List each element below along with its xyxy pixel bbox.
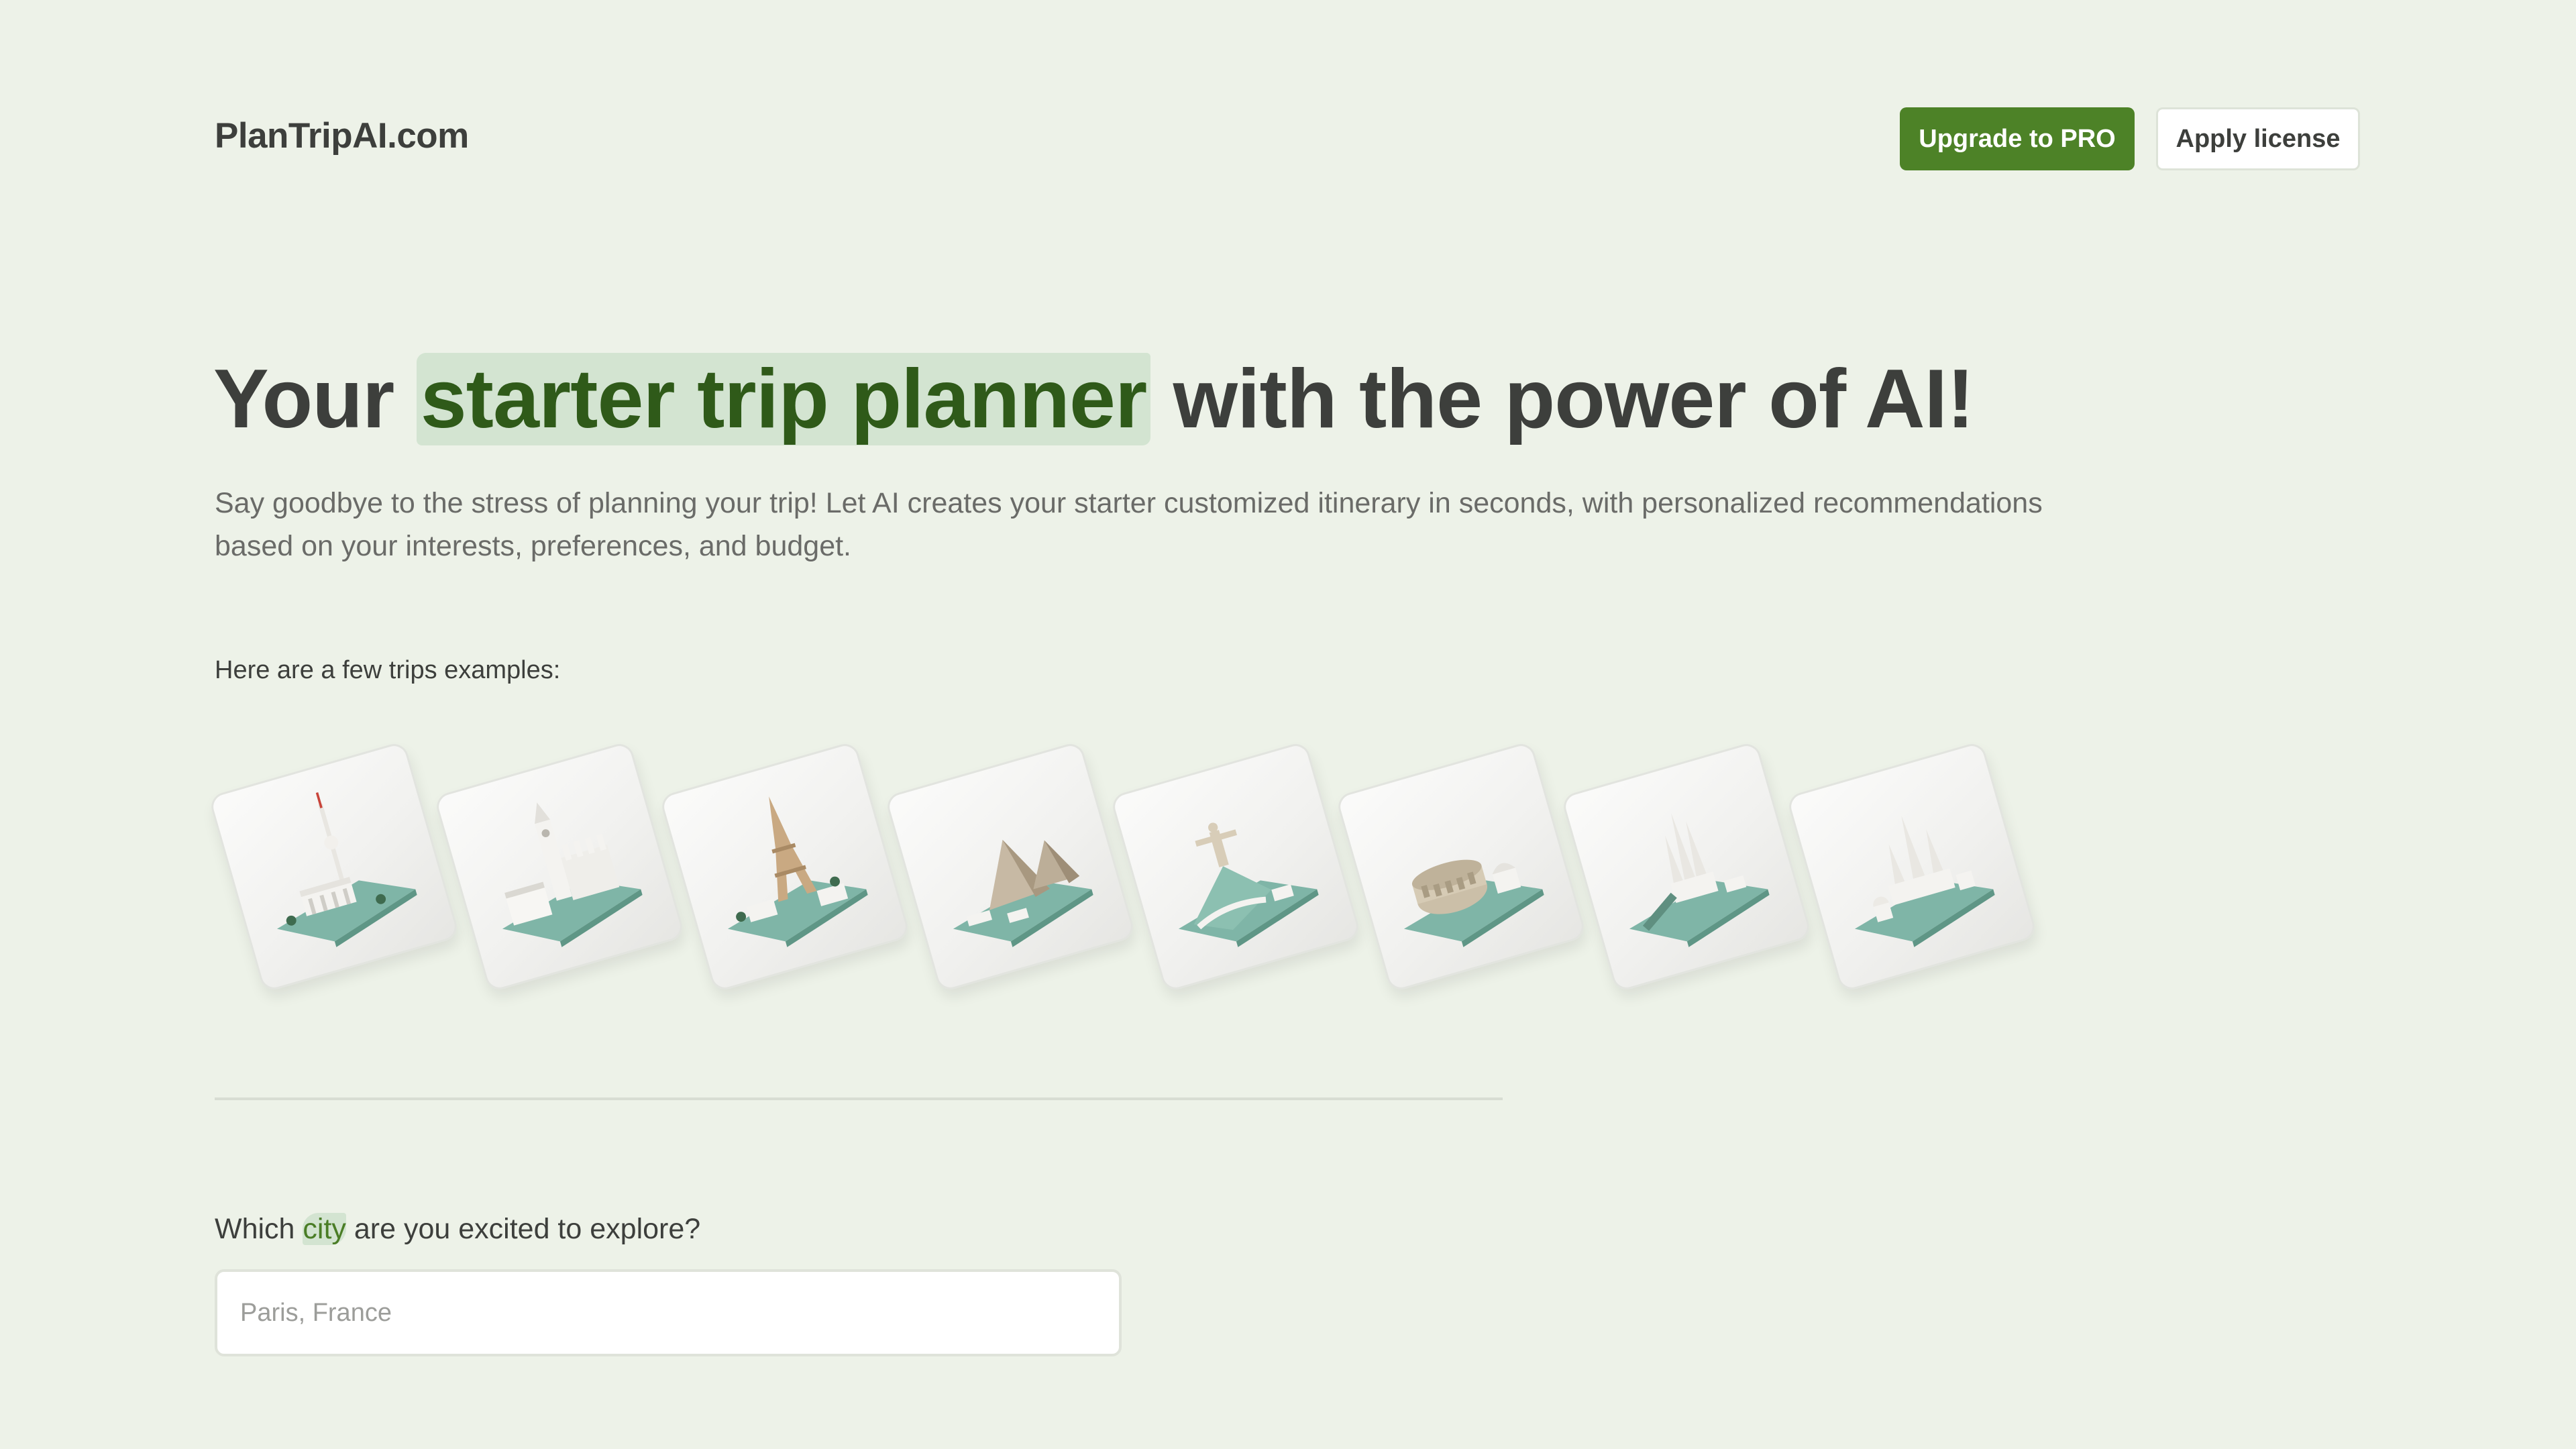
section-divider	[215, 1097, 1503, 1100]
kremlin-icon	[1854, 815, 1995, 947]
pyramids-icon	[953, 839, 1093, 947]
question-highlight: city	[303, 1213, 346, 1245]
hero-subtitle: Say goodbye to the stress of planning yo…	[215, 487, 2043, 562]
city-input[interactable]	[215, 1269, 1122, 1356]
trip-card-berlin[interactable]	[207, 740, 461, 994]
tv-tower-brandenburg-gate-icon	[276, 792, 417, 947]
city-question-label: Which city are you excited to explore?	[215, 1213, 700, 1246]
hero-title: Your starter trip planner with the power…	[213, 349, 1974, 449]
trip-card-moscow[interactable]	[1785, 740, 2039, 994]
upgrade-pro-button[interactable]: Upgrade to PRO	[1900, 107, 2135, 170]
hero-title-start: Your	[213, 353, 417, 445]
hero-title-highlight: starter trip planner	[416, 353, 1151, 445]
apply-license-button[interactable]: Apply license	[2156, 107, 2360, 170]
sagrada-familia-icon	[1629, 812, 1770, 947]
trip-card-rome[interactable]	[1334, 740, 1588, 994]
trip-card-rio[interactable]	[1109, 740, 1362, 994]
christ-the-redeemer-icon	[1178, 822, 1319, 947]
colosseum-icon	[1403, 859, 1544, 947]
hero-title-end: with the power of AI!	[1150, 353, 1975, 445]
examples-label: Here are a few trips examples:	[215, 656, 561, 684]
question-end: are you excited to explore?	[345, 1213, 701, 1245]
big-ben-westminster-icon	[502, 802, 643, 947]
trip-card-cairo[interactable]	[883, 740, 1137, 994]
eiffel-tower-icon	[727, 796, 868, 947]
question-start: Which	[215, 1213, 303, 1245]
logo[interactable]: PlanTripAI.com	[215, 115, 469, 156]
trip-card-london[interactable]	[433, 740, 686, 994]
trip-card-paris[interactable]	[658, 740, 912, 994]
trip-card-barcelona[interactable]	[1560, 740, 1813, 994]
